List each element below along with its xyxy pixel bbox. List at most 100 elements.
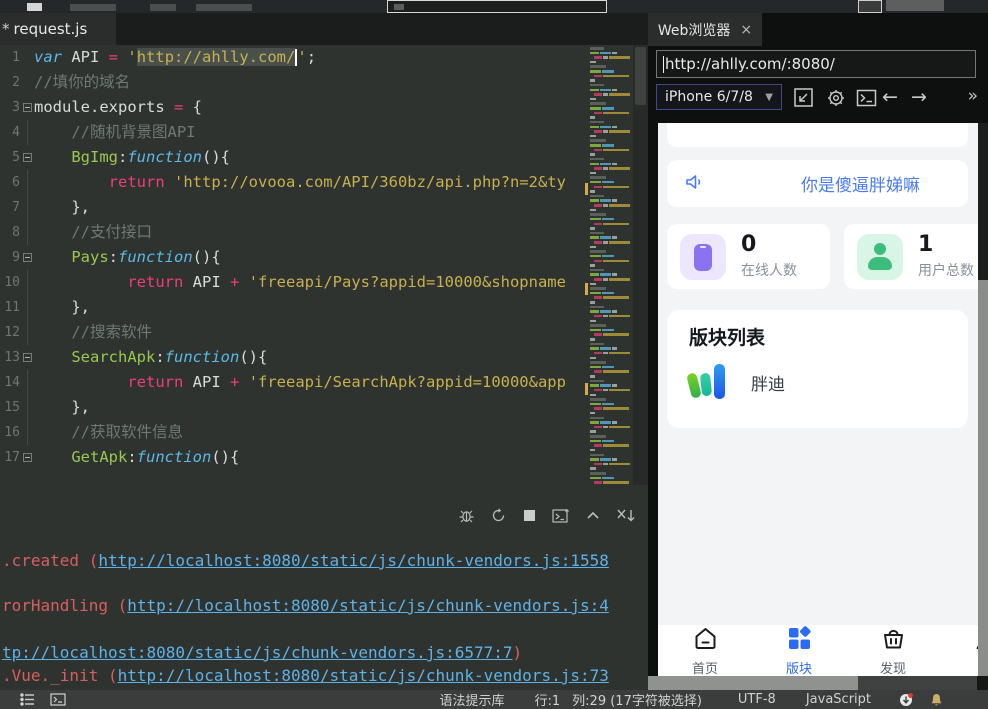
notice-bar[interactable]: 你是傻逼胖娣嘛 (667, 160, 968, 207)
minimap-segment (590, 255, 601, 258)
tab-sections[interactable]: 版块 (752, 625, 846, 676)
fold-marker-icon[interactable] (20, 245, 34, 270)
toolbar-search-input[interactable] (387, 0, 607, 13)
more-chevrons-icon[interactable]: » (968, 86, 978, 106)
editor-scrollbar-thumb[interactable] (635, 47, 646, 105)
toolbar-run-button[interactable] (886, 0, 944, 11)
minimap-segment (594, 352, 602, 355)
section-item[interactable]: 胖迪 (689, 363, 946, 401)
toolbar-small-button[interactable] (858, 0, 882, 13)
language-status[interactable]: JavaScript (806, 692, 871, 707)
vscrollbar-thumb[interactable] (978, 280, 988, 676)
tab-home[interactable]: 首页 (658, 625, 752, 676)
stop-icon[interactable] (522, 508, 537, 523)
close-icon[interactable]: × (740, 22, 752, 38)
syntax-lib-status[interactable]: 语法提示库 (440, 690, 505, 709)
toolbar-icon[interactable] (27, 3, 42, 11)
section-list-title: 版块列表 (689, 323, 946, 350)
minimap[interactable] (585, 45, 633, 485)
minimap-segment (600, 89, 611, 92)
minimap-segment (612, 126, 617, 129)
minimap-segment (612, 273, 617, 276)
toolbar-text-fragment (150, 4, 176, 11)
bell-icon[interactable] (930, 693, 943, 707)
minimap-segment (590, 472, 606, 475)
code-line: 17 GetApk:function(){ (0, 445, 585, 470)
minimap-segment (594, 130, 602, 133)
url-bar[interactable]: http://ahlly.com/:8080/ (656, 50, 976, 78)
minimap-segment (600, 199, 611, 202)
minimap-segment (590, 172, 596, 175)
update-icon[interactable] (899, 692, 914, 707)
code-line: 3module.exports = { (0, 95, 585, 120)
outline-icon[interactable] (20, 693, 36, 706)
fold-marker-icon[interactable] (20, 145, 34, 170)
device-label: iPhone 6/7/8 (665, 89, 753, 105)
minimap-segment (594, 444, 602, 447)
tab-discover[interactable]: 发现 (846, 625, 940, 676)
minimap-segment (602, 255, 614, 258)
error-text: ) (513, 643, 523, 662)
minimap-segment (603, 389, 608, 392)
speaker-icon (685, 173, 706, 195)
back-arrow-icon[interactable]: ← (882, 87, 898, 107)
minimap-segment (590, 477, 601, 480)
tab-me[interactable]: 我 (940, 625, 978, 676)
cursor-line[interactable]: 行:1 (535, 690, 561, 709)
minimap-segment (609, 167, 630, 170)
code-line: 2//填你的域名 (0, 70, 585, 95)
fold-marker-icon[interactable] (20, 445, 34, 470)
fold-marker-icon[interactable] (20, 345, 34, 370)
minimap-segment (590, 121, 604, 124)
restart-icon[interactable] (490, 507, 507, 524)
collapse-icon[interactable] (585, 509, 601, 523)
settings-gear-icon[interactable] (826, 88, 846, 112)
minimap-segment (603, 241, 608, 244)
encoding-status[interactable]: UTF-8 (738, 692, 776, 707)
minimap-segment (609, 241, 630, 244)
clear-icon[interactable] (616, 508, 636, 523)
terminal-panel-icon[interactable] (50, 693, 66, 706)
fold-marker-icon[interactable] (20, 95, 34, 120)
minimap-segment (590, 320, 596, 323)
editor-scrollbar[interactable] (633, 45, 648, 485)
minimap-segment (603, 407, 629, 410)
minimap-segment (612, 458, 617, 461)
minimap-segment (590, 366, 601, 369)
minimap-segment (590, 329, 601, 332)
console-terminal-icon[interactable] (856, 89, 877, 111)
stack-trace-link[interactable]: http://localhost:8080/static/js/chunk-ve… (118, 666, 609, 685)
top-toolbar (0, 0, 988, 13)
tab-web-browser[interactable]: Web浏览器 × (648, 13, 762, 46)
stack-trace-link[interactable]: http://localhost:8080/static/js/chunk-ve… (98, 551, 609, 570)
terminal-icon[interactable] (552, 508, 570, 524)
stack-trace-link[interactable]: http://localhost:8080/static/js/chunk-ve… (127, 596, 609, 615)
chevron-down-icon: ▼ (765, 92, 773, 103)
tab-sections-label: 版块 (786, 658, 812, 677)
minimap-segment (590, 343, 604, 346)
stack-trace-link[interactable]: tp://localhost:8080/static/js/chunk-vend… (2, 643, 513, 662)
browser-hscrollbar[interactable] (648, 676, 988, 690)
bug-icon[interactable] (458, 507, 475, 524)
grid-icon (786, 625, 813, 656)
browser-vscrollbar[interactable] (978, 123, 988, 676)
bottom-tab-bar: 首页 版块 发现 我 (658, 625, 978, 676)
cursor-col-selection[interactable]: 列:29 (17字符被选择) (572, 690, 702, 709)
device-select[interactable]: iPhone 6/7/8 ▼ (656, 84, 782, 110)
minimap-segment (612, 89, 617, 92)
hscrollbar-thumb[interactable] (648, 676, 858, 690)
code-editor[interactable]: 1var API = 'http://ahlly.com/';2//填你的域名3… (0, 45, 585, 485)
code-line: 12 //搜索软件 (0, 320, 585, 345)
minimap-segment (594, 112, 602, 115)
console-line: tp://localhost:8080/static/js/chunk-vend… (2, 643, 522, 663)
minimap-segment (609, 204, 630, 207)
tab-request-js[interactable]: *request.js (0, 13, 116, 45)
minimap-segment (590, 218, 601, 221)
minimap-segment (612, 347, 617, 350)
minimap-segment (594, 333, 602, 336)
minimap-segment (590, 209, 596, 212)
editor-tabstrip: *request.js (0, 13, 648, 45)
minimap-segment (600, 421, 611, 424)
forward-arrow-icon[interactable]: → (911, 87, 927, 107)
open-external-icon[interactable] (793, 87, 814, 112)
